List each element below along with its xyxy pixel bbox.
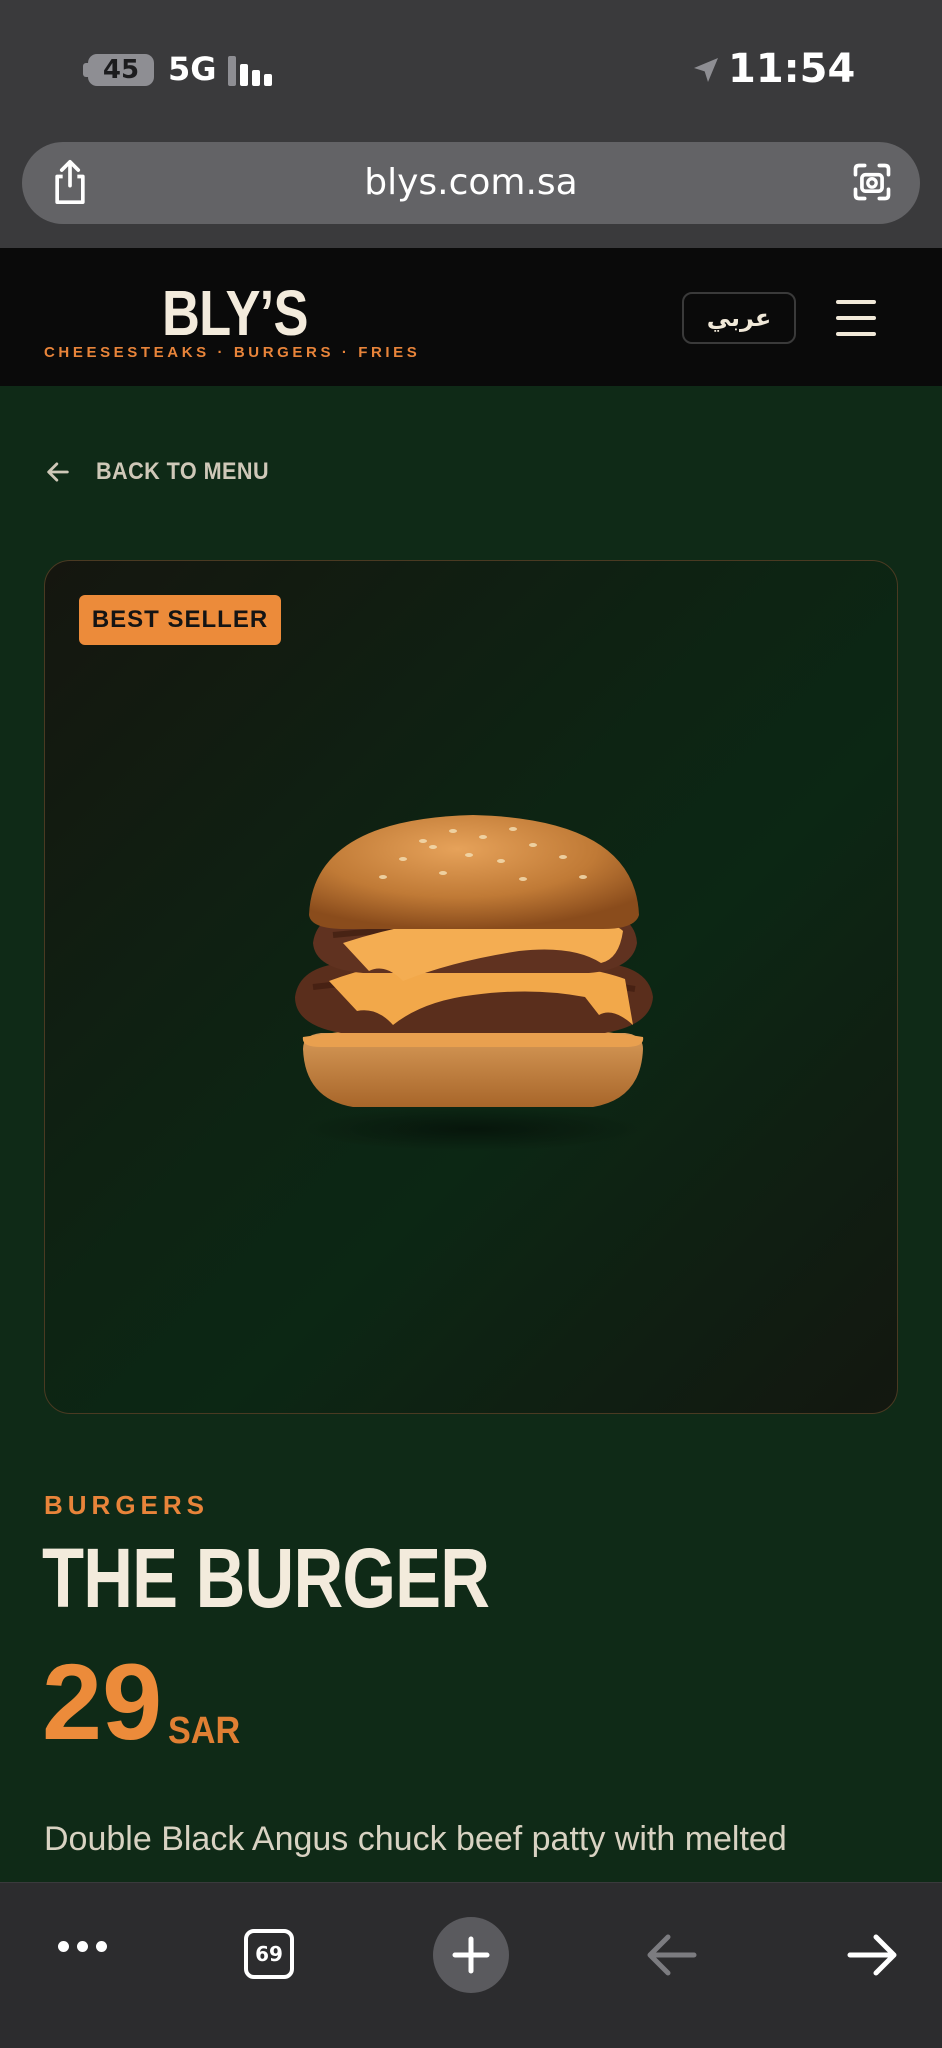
price-currency: SAR bbox=[168, 1710, 241, 1752]
language-toggle-button[interactable]: عربي bbox=[682, 292, 796, 344]
brand-tagline: CHEESESTEAKS · BURGERS · FRIES bbox=[44, 344, 421, 361]
url-text[interactable]: blys.com.sa bbox=[22, 162, 920, 203]
plus-icon bbox=[452, 1936, 490, 1974]
location-arrow-icon bbox=[694, 58, 718, 82]
product-image-card: BEST SELLER bbox=[44, 560, 898, 1414]
browser-toolbar: 69 bbox=[0, 1882, 942, 2048]
status-bar: 45 5G 11:54 bbox=[0, 0, 942, 140]
product-description: Double Black Angus chuck beef patty with… bbox=[44, 1820, 787, 1858]
product-price: 29 bbox=[42, 1641, 163, 1762]
visual-lookup-icon[interactable] bbox=[850, 160, 894, 204]
back-to-menu-label: BACK TO MENU bbox=[96, 458, 270, 485]
brand-logo[interactable]: BLY’S bbox=[162, 276, 308, 350]
battery-indicator: 45 bbox=[88, 54, 154, 86]
back-to-menu-link[interactable]: BACK TO MENU bbox=[44, 458, 288, 486]
tabs-button[interactable]: 69 bbox=[244, 1929, 294, 1979]
product-title: THE BURGER bbox=[42, 1531, 490, 1625]
site-header bbox=[0, 248, 942, 386]
arrow-right-icon[interactable] bbox=[846, 1933, 900, 1977]
best-seller-badge: BEST SELLER bbox=[79, 595, 281, 645]
burger-image bbox=[295, 815, 653, 1151]
network-type: 5G bbox=[168, 50, 217, 88]
arrow-left-icon bbox=[47, 462, 69, 482]
address-bar[interactable]: blys.com.sa bbox=[22, 142, 920, 224]
product-detail: BACK TO MENU BEST SELLER BURGERS THE BUR… bbox=[0, 386, 942, 1882]
arrow-left-icon[interactable] bbox=[644, 1933, 698, 1977]
more-dots-icon[interactable] bbox=[56, 1927, 110, 1967]
new-tab-button[interactable] bbox=[433, 1917, 509, 1993]
signal-bars-icon bbox=[228, 56, 276, 86]
clock: 11:54 bbox=[728, 46, 856, 92]
hamburger-menu-icon[interactable] bbox=[834, 298, 880, 338]
product-category: BURGERS bbox=[44, 1490, 210, 1520]
